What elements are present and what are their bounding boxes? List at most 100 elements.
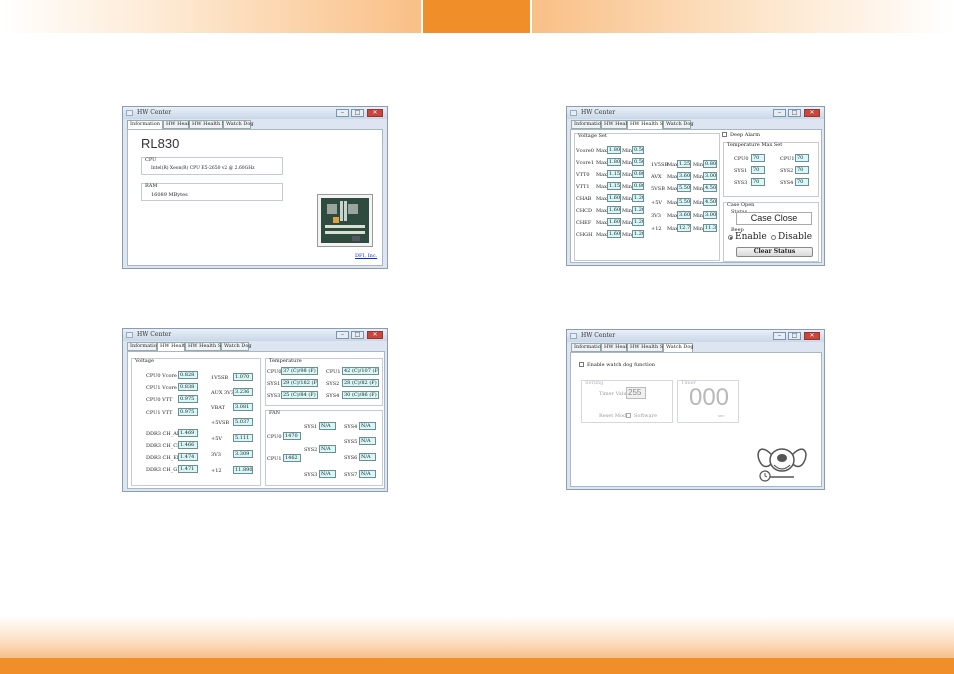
tab-hw-health-set[interactable]: HW Health Set xyxy=(189,120,230,129)
temp-max-input[interactable]: 70 xyxy=(751,166,765,174)
deep-alarm-checkbox[interactable] xyxy=(722,132,727,137)
max-input[interactable]: 5.50 xyxy=(677,198,691,206)
temp-value: 28 (C)/82 (F) xyxy=(342,379,379,387)
tab-watch-dog[interactable]: Watch Dog xyxy=(663,120,694,129)
min-input[interactable]: 11.30 xyxy=(703,224,717,232)
tab-hw-health-set[interactable]: HW Health Set xyxy=(627,343,668,352)
min-label: Min xyxy=(622,160,632,166)
min-input[interactable]: 1.20 xyxy=(632,218,644,226)
company-link[interactable]: DFI, Inc. xyxy=(355,253,377,259)
tab-watch-dog[interactable]: Watch Dog xyxy=(223,120,254,129)
min-input[interactable]: 3.00 xyxy=(703,211,717,219)
max-input[interactable]: 3.60 xyxy=(677,211,691,219)
max-input[interactable]: 1.60 xyxy=(607,230,621,238)
max-input[interactable]: 1.15 xyxy=(607,182,621,190)
voltage-title: Voltage xyxy=(135,358,154,364)
hw-center-window-watchdog: HW Center – □ ✕ Information HW Health HW… xyxy=(566,329,825,490)
temp-max-input[interactable]: 70 xyxy=(751,178,765,186)
min-input[interactable]: 1.20 xyxy=(632,194,644,202)
fan-value: N/A xyxy=(359,470,376,478)
voltage-set-title: Voltage Set xyxy=(578,133,607,139)
voltage-label: 3V3 xyxy=(211,452,221,458)
row-label: AVX xyxy=(651,174,662,180)
case-status-display: Case Close xyxy=(736,212,812,225)
app-icon xyxy=(126,332,133,338)
max-input[interactable]: 1.25 xyxy=(677,160,691,168)
maximize-button[interactable]: □ xyxy=(788,109,801,117)
reset-mode-label: Reset Mode xyxy=(599,413,630,419)
maximize-button[interactable]: □ xyxy=(788,332,801,340)
beep-enable-label: Enable xyxy=(735,232,767,242)
temperature-title: Temperature xyxy=(269,358,302,364)
min-input[interactable]: 4.50 xyxy=(703,198,717,206)
temp-max-input[interactable]: 70 xyxy=(795,154,809,162)
min-input[interactable]: 4.50 xyxy=(703,184,717,192)
min-label: Min xyxy=(622,148,632,154)
software-checkbox[interactable] xyxy=(626,413,631,418)
min-input[interactable]: 3.00 xyxy=(703,172,717,180)
min-input[interactable]: 0.50 xyxy=(632,158,644,166)
max-label: Max xyxy=(596,208,607,214)
minimize-button[interactable]: – xyxy=(336,331,349,339)
min-input[interactable]: 0.50 xyxy=(632,146,644,154)
max-input[interactable]: 1.80 xyxy=(607,158,621,166)
fan-label: SYS6 xyxy=(344,455,358,461)
tab-hw-health[interactable]: HW Health xyxy=(601,343,632,352)
voltage-value: 3.081 xyxy=(233,403,253,411)
close-button[interactable]: ✕ xyxy=(804,332,820,340)
max-input[interactable]: 5.50 xyxy=(677,184,691,192)
enable-watchdog-checkbox[interactable] xyxy=(579,362,584,367)
max-input[interactable]: 1.60 xyxy=(607,206,621,214)
tab-information[interactable]: Information xyxy=(571,120,604,129)
beep-enable-radio[interactable] xyxy=(728,235,733,240)
tab-hw-health-set[interactable]: HW Health Set xyxy=(185,342,226,351)
max-input[interactable]: 1.15 xyxy=(607,170,621,178)
clear-status-button[interactable]: Clear Status xyxy=(736,247,813,257)
tab-information[interactable]: Information xyxy=(127,342,160,351)
maximize-button[interactable]: □ xyxy=(351,109,364,117)
fan-label: SYS2 xyxy=(304,447,318,453)
temp-label: CPU1 xyxy=(326,369,341,375)
voltage-label: DDR3 CH_GH xyxy=(146,467,182,473)
max-input[interactable]: 3.60 xyxy=(677,172,691,180)
minimize-button[interactable]: – xyxy=(773,109,786,117)
min-label: Min xyxy=(622,172,632,178)
close-button[interactable]: ✕ xyxy=(367,331,383,339)
row-label: 3V3 xyxy=(651,213,661,219)
health-panel: Voltage CPU0 Vcore 0.828 CPU1 Vcore 0.83… xyxy=(127,351,385,489)
row-label: CHEF xyxy=(576,220,592,226)
minimize-button[interactable]: – xyxy=(336,109,349,117)
tab-watch-dog[interactable]: Watch Dog xyxy=(221,342,252,351)
max-input[interactable]: 1.60 xyxy=(607,218,621,226)
min-input[interactable]: 0.80 xyxy=(703,160,717,168)
temp-max-input[interactable]: 70 xyxy=(751,154,765,162)
max-label: Max xyxy=(596,232,607,238)
temp-label: CPU1 xyxy=(780,156,795,162)
temp-max-input[interactable]: 70 xyxy=(795,178,809,186)
timer-value-input[interactable]: 255 xyxy=(626,387,646,399)
close-button[interactable]: ✕ xyxy=(804,109,820,117)
max-input[interactable]: 1.60 xyxy=(607,194,621,202)
min-input[interactable]: 0.80 xyxy=(632,170,644,178)
tab-information[interactable]: Information xyxy=(571,343,604,352)
beep-disable-radio[interactable] xyxy=(771,235,776,240)
tab-hw-health[interactable]: HW Health xyxy=(163,120,194,129)
temp-max-input[interactable]: 70 xyxy=(795,166,809,174)
close-button[interactable]: ✕ xyxy=(367,109,383,117)
beep-disable-label: Disable xyxy=(778,232,813,242)
voltage-label: AUX 3V3 xyxy=(211,390,234,396)
temp-label: SYS2 xyxy=(780,168,794,174)
minimize-button[interactable]: – xyxy=(773,332,786,340)
min-input[interactable]: 1.20 xyxy=(632,206,644,214)
min-input[interactable]: 1.20 xyxy=(632,230,644,238)
watchdog-mascot-icon xyxy=(754,435,810,485)
voltage-value: 3.309 xyxy=(233,450,253,458)
max-input[interactable]: 12.75 xyxy=(677,224,691,232)
max-input[interactable]: 1.80 xyxy=(607,146,621,154)
fan-value: N/A xyxy=(319,445,336,453)
temp-label: SYS4 xyxy=(780,180,794,186)
min-input[interactable]: 0.80 xyxy=(632,182,644,190)
tab-hw-health[interactable]: HW Health xyxy=(601,120,632,129)
maximize-button[interactable]: □ xyxy=(351,331,364,339)
fan-title: FAN xyxy=(269,410,281,416)
